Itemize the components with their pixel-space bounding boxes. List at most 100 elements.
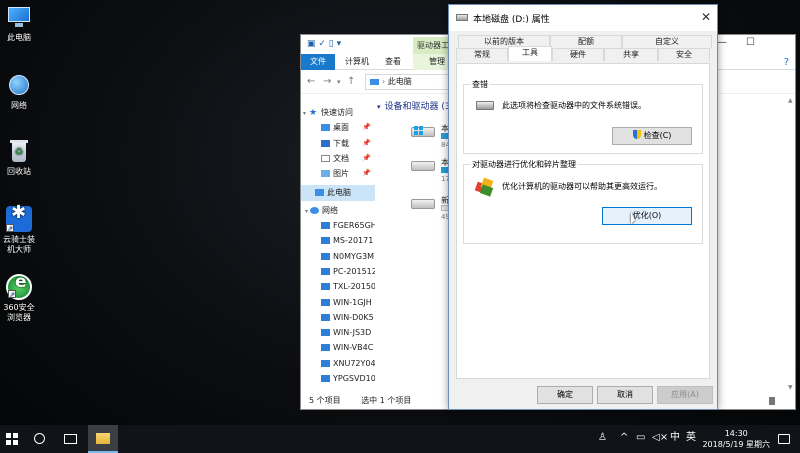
cancel-button[interactable]: 取消 — [597, 386, 653, 404]
pin-icon[interactable]: 📌 — [362, 136, 371, 151]
tab-customize[interactable]: 自定义 — [622, 35, 712, 48]
vertical-scrollbar[interactable]: ▲ ▼ — [787, 95, 795, 393]
computer-icon — [321, 375, 330, 383]
maximize-icon[interactable]: ☐ — [746, 37, 755, 48]
nav-documents[interactable]: 文档 📌 — [301, 151, 375, 166]
desktop-icon-network[interactable]: 网络 — [0, 72, 38, 111]
optimize-button[interactable]: 优化(O) — [602, 207, 692, 225]
tab-view[interactable]: 查看 — [379, 54, 407, 70]
drive-icon — [456, 14, 468, 21]
windows-start-icon[interactable] — [6, 433, 18, 445]
scroll-up-icon[interactable]: ▲ — [788, 97, 793, 104]
taskbar: ♙ ^ ▭ ◁× 中 英 14:30 2018/5/19 星期六 — [0, 425, 800, 453]
nav-label: WIN-VB4C — [333, 343, 374, 353]
computer-icon — [321, 237, 330, 245]
tab-hardware[interactable]: 硬件 — [552, 48, 604, 61]
system-clock[interactable]: 14:30 2018/5/19 星期六 — [702, 428, 770, 450]
folder-icon — [96, 433, 110, 444]
tab-quota[interactable]: 配额 — [550, 35, 622, 48]
help-icon[interactable]: ? — [784, 57, 789, 68]
nav-network-computer[interactable]: N0MYG3M — [301, 249, 375, 264]
search-icon[interactable] — [34, 433, 45, 444]
recycle-bin-icon: ♻ — [6, 138, 32, 164]
star-icon: ★ — [309, 108, 318, 118]
task-view-icon[interactable] — [64, 434, 77, 444]
dialog-title-bar: 本地磁盘 (D:) 属性 ✕ — [449, 5, 717, 31]
pin-icon[interactable]: 📌 — [362, 151, 371, 166]
computer-icon — [321, 344, 330, 352]
nav-network-computer[interactable]: WIN-1GJH — [301, 295, 375, 310]
nav-this-pc[interactable]: 此电脑 — [301, 185, 375, 201]
nav-desktop[interactable]: 桌面 📌 — [301, 120, 375, 135]
back-arrow-icon[interactable]: ← — [307, 76, 315, 87]
close-icon[interactable]: ✕ — [701, 10, 711, 24]
minimize-icon[interactable]: — — [717, 37, 727, 48]
nav-label: 网络 — [322, 205, 339, 215]
group-title: 对驱动器进行优化和碎片整理 — [470, 159, 578, 170]
nav-network-computer[interactable]: XNU72Y04 — [301, 356, 375, 371]
nav-pictures[interactable]: 图片 📌 — [301, 166, 375, 181]
ok-button[interactable]: 确定 — [537, 386, 593, 404]
action-center-icon[interactable] — [778, 434, 790, 444]
nav-network-computer[interactable]: MS-20171 — [301, 233, 375, 248]
nav-label: 桌面 — [333, 123, 349, 133]
show-hidden-icons-chevron[interactable]: ^ — [620, 433, 628, 443]
defragment-icon — [474, 177, 494, 197]
nav-quick-access[interactable]: ▾ ★ 快速访问 — [301, 105, 375, 120]
nav-label: WIN-D0K5 — [333, 312, 374, 322]
nav-network-computer[interactable]: WIN-VB4C — [301, 340, 375, 355]
scroll-down-icon[interactable]: ▼ — [788, 384, 793, 391]
ime-mode-indicator[interactable]: 英 — [686, 433, 696, 443]
nav-network-computer[interactable]: WIN-D0K5 — [301, 310, 375, 325]
nav-label: 文档 — [333, 153, 349, 163]
nav-network-computer[interactable]: PC-201512 — [301, 264, 375, 279]
network-icon[interactable]: ▭ — [636, 433, 645, 443]
up-arrow-icon[interactable]: ↑ — [347, 76, 355, 87]
desktop-icon-360-browser[interactable]: ↗ 360安全浏览器 — [0, 274, 38, 323]
nav-network-computer[interactable]: WIN-JS3D — [301, 325, 375, 340]
people-icon[interactable]: ♙ — [598, 433, 607, 443]
tab-sharing[interactable]: 共享 — [604, 48, 658, 61]
check-button[interactable]: 检查(C) — [612, 127, 692, 145]
tab-computer[interactable]: 计算机 — [339, 54, 375, 70]
pin-icon[interactable]: 📌 — [362, 166, 371, 181]
nav-network-computer[interactable]: FGER65GH — [301, 218, 375, 233]
taskbar-file-explorer[interactable] — [88, 425, 118, 453]
document-icon — [321, 154, 330, 162]
view-toggle-icon[interactable] — [769, 397, 791, 405]
tab-security[interactable]: 安全 — [658, 48, 710, 61]
group-description: 优化计算机的驱动器可以帮助其更高效运行。 — [502, 182, 662, 191]
nav-network[interactable]: ▾ 网络 — [301, 203, 375, 218]
tab-file[interactable]: 文件 — [301, 54, 335, 70]
desktop-icon-this-pc[interactable]: 此电脑 — [0, 4, 38, 43]
computer-icon — [321, 298, 330, 306]
recent-locations-icon[interactable]: ▾ — [337, 78, 341, 86]
pin-icon[interactable]: 📌 — [362, 120, 371, 135]
tab-tools[interactable]: 工具 — [508, 46, 552, 61]
drive-item-e[interactable]: 新 49 — [411, 195, 451, 223]
forward-arrow-icon[interactable]: → — [323, 76, 331, 87]
section-header-devices[interactable]: ▾ 设备和驱动器 (3) — [377, 99, 454, 112]
tab-general[interactable]: 常规 — [456, 48, 508, 61]
desktop-icon-label: 360安全浏览器 — [3, 303, 35, 322]
error-checking-group: 查错 此选项将检查驱动器中的文件系统错误。 检查(C) — [463, 79, 703, 154]
nav-network-computer[interactable]: YPGSVD10 — [301, 371, 375, 386]
group-description: 此选项将检查驱动器中的文件系统错误。 — [502, 101, 646, 110]
nav-downloads[interactable]: 下载 📌 — [301, 136, 375, 151]
tools-tab-panel: 查错 此选项将检查驱动器中的文件系统错误。 检查(C) 对驱动器进行优化和碎片整… — [456, 63, 710, 379]
drive-item-d[interactable]: 本 17 — [411, 157, 451, 185]
quick-access-toolbar[interactable]: ▣ ✓ ▯ ▾ — [307, 39, 341, 49]
nav-label: FGER65GH — [333, 221, 375, 231]
clock-time: 14:30 — [724, 429, 748, 438]
network-icon — [310, 206, 320, 214]
apply-button[interactable]: 应用(A) — [657, 386, 713, 404]
nav-network-computer[interactable]: TXL-20150 — [301, 279, 375, 294]
volume-icon[interactable]: ◁× — [652, 433, 668, 443]
desktop-icon-yunqishi[interactable]: ↗ 云骑士装机大师 — [0, 206, 38, 255]
drive-item-c[interactable]: 本 84 — [411, 123, 451, 151]
desktop-icon-recycle-bin[interactable]: ♻ 回收站 — [0, 138, 38, 177]
ime-indicator[interactable]: 中 — [670, 433, 680, 443]
computer-icon — [321, 359, 330, 367]
desktop-folder-icon — [321, 124, 330, 132]
computer-icon — [315, 189, 324, 197]
